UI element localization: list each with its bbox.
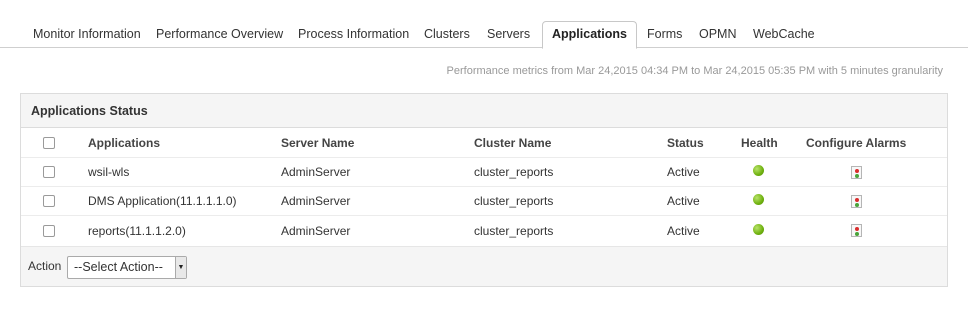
tab-servers[interactable]: Servers — [487, 23, 530, 48]
tab-opmn[interactable]: OPMN — [699, 23, 737, 48]
row-checkbox[interactable] — [43, 195, 55, 207]
alarm-cell — [851, 158, 862, 186]
alarm-cell — [851, 187, 862, 215]
table-row: wsil-wls AdminServer cluster_reports Act… — [21, 158, 947, 187]
action-select[interactable]: --Select Action-- ▼ — [67, 256, 187, 279]
column-header-status: Status — [667, 135, 704, 150]
configure-alarm-icon[interactable] — [851, 224, 862, 237]
status-text: Active — [667, 194, 700, 208]
column-header-health: Health — [741, 135, 778, 150]
table-header-row: Applications Server Name Cluster Name St… — [21, 128, 947, 158]
tab-process-information[interactable]: Process Information — [298, 23, 409, 48]
row-checkbox-cell — [43, 216, 55, 245]
status-text: Active — [667, 223, 700, 238]
tab-monitor-information[interactable]: Monitor Information — [33, 23, 141, 48]
row-checkbox[interactable] — [43, 224, 55, 237]
applications-status-panel: Applications Status Applications Server … — [20, 93, 948, 287]
tab-applications[interactable]: Applications — [542, 21, 638, 49]
tab-clusters[interactable]: Clusters — [424, 23, 470, 48]
application-name: wsil-wls — [88, 165, 130, 179]
action-select-value: --Select Action-- — [74, 260, 163, 274]
dropdown-arrow-icon[interactable]: ▼ — [175, 257, 186, 278]
select-all-checkbox[interactable] — [43, 136, 55, 149]
configure-alarm-icon[interactable] — [851, 194, 862, 208]
row-checkbox-cell — [43, 158, 55, 186]
row-checkbox[interactable] — [43, 166, 55, 178]
server-name: AdminServer — [281, 194, 351, 208]
green-status-icon — [753, 194, 764, 205]
configure-alarm-icon[interactable] — [851, 165, 862, 179]
tab-performance-overview[interactable]: Performance Overview — [156, 23, 283, 48]
health-cell — [752, 216, 764, 245]
server-name: AdminServer — [281, 223, 351, 238]
application-name: DMS Application(11.1.1.1.0) — [88, 194, 237, 208]
column-header-cluster-name: Cluster Name — [474, 135, 552, 150]
health-cell — [752, 187, 764, 215]
tab-bar: Monitor Information Performance Overview… — [0, 0, 968, 49]
tab-webcache[interactable]: WebCache — [753, 23, 815, 48]
action-label: Action — [28, 259, 62, 273]
green-status-icon — [753, 165, 764, 176]
tab-forms[interactable]: Forms — [647, 23, 682, 48]
row-checkbox-cell — [43, 187, 55, 215]
column-header-server-name: Server Name — [281, 135, 355, 150]
status-text: Active — [667, 165, 700, 179]
action-footer: Action --Select Action-- ▼ — [21, 246, 947, 286]
green-status-icon — [753, 223, 764, 235]
application-name: reports(11.1.1.2.0) — [88, 223, 186, 238]
table-row: DMS Application(11.1.1.1.0) AdminServer … — [21, 187, 947, 216]
panel-title: Applications Status — [21, 94, 947, 128]
column-header-configure-alarms: Configure Alarms — [806, 135, 907, 150]
table-row: reports(11.1.1.2.0) AdminServer cluster_… — [21, 216, 947, 245]
cluster-name: cluster_reports — [474, 223, 554, 238]
cluster-name: cluster_reports — [474, 194, 554, 208]
alarm-cell — [851, 216, 862, 245]
cluster-name: cluster_reports — [474, 165, 554, 179]
health-cell — [752, 158, 764, 186]
performance-metrics-note: Performance metrics from Mar 24,2015 04:… — [446, 65, 943, 77]
server-name: AdminServer — [281, 165, 351, 179]
column-header-applications: Applications — [88, 135, 161, 150]
select-all-cell — [43, 128, 55, 157]
